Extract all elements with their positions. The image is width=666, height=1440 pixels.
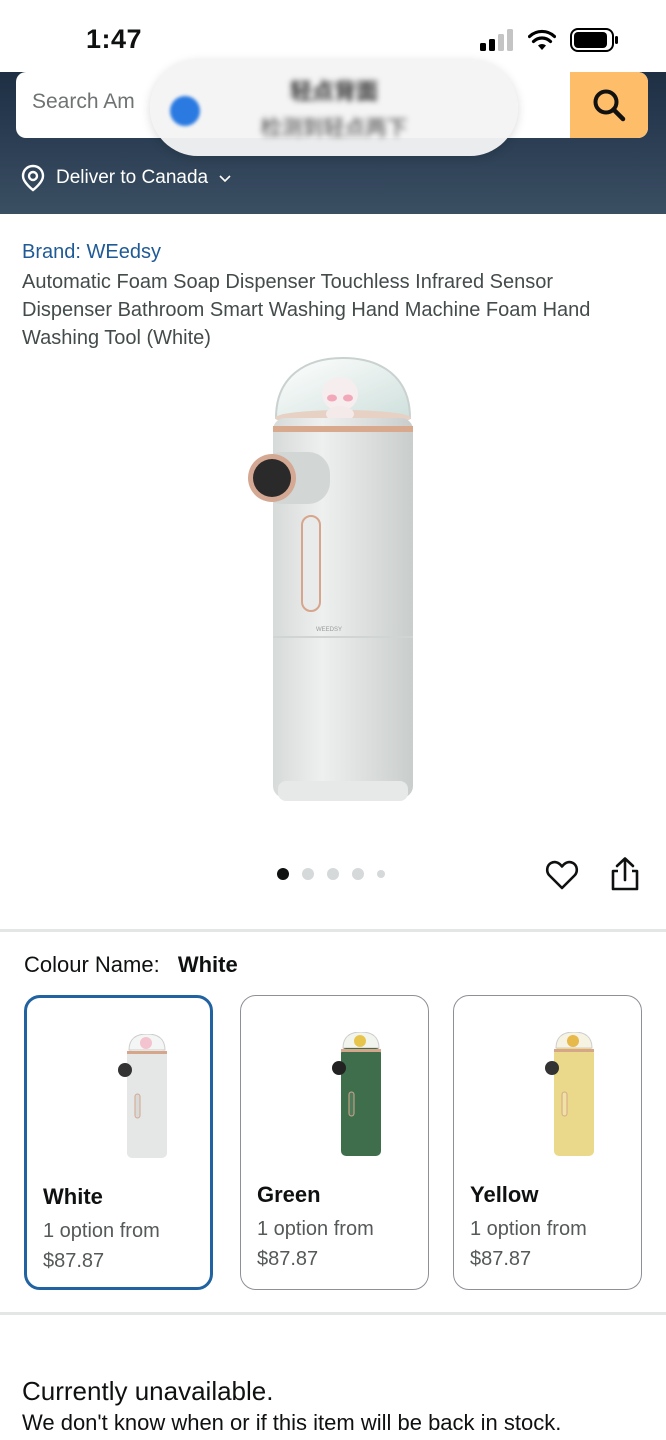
header: Search Am 轻点背面 检测到轻点两下 Deliver to Canada xyxy=(0,60,666,214)
colour-option-green[interactable]: Green 1 option from $87.87 xyxy=(240,995,429,1290)
share-icon[interactable] xyxy=(609,856,641,892)
status-time: 1:47 xyxy=(86,24,143,54)
section-divider xyxy=(0,1312,666,1315)
deliver-label: Deliver to Canada xyxy=(56,167,209,188)
product-title: Automatic Foam Soap Dispenser Touchless … xyxy=(22,271,591,349)
yellow-variant-image xyxy=(545,1032,594,1156)
colour-option-white[interactable]: White 1 option from $87.87 xyxy=(24,995,213,1290)
green-variant-image xyxy=(332,1032,381,1156)
white-variant-image xyxy=(118,1034,167,1158)
svg-text:WEEDSY: WEEDSY xyxy=(316,627,342,633)
colour-option-name: White xyxy=(43,1184,103,1209)
chevron-down-icon xyxy=(219,175,231,183)
search-input[interactable]: Search Am xyxy=(32,90,135,114)
colour-option-name: Yellow xyxy=(470,1182,539,1207)
colour-name-row: Colour Name: White xyxy=(24,952,238,978)
section-divider xyxy=(0,929,666,932)
carousel-dot[interactable] xyxy=(277,868,289,880)
image-carousel-indicator xyxy=(277,868,385,880)
status-icons xyxy=(480,28,620,52)
availability-message: We don't know when or if this item will … xyxy=(22,1410,562,1435)
brand-link[interactable]: Brand: WEedsy xyxy=(22,241,161,264)
location-pin-icon xyxy=(21,164,45,192)
carousel-dot[interactable] xyxy=(302,868,314,880)
search-button[interactable] xyxy=(570,72,648,138)
cellular-signal-icon xyxy=(480,29,513,51)
colour-option-name: Green xyxy=(257,1182,321,1207)
carousel-dot[interactable] xyxy=(327,868,339,880)
colour-option-price: $87.87 xyxy=(43,1250,105,1272)
wifi-icon xyxy=(528,29,556,50)
deliver-to-location[interactable]: Deliver to Canada xyxy=(20,164,232,192)
search-icon xyxy=(593,89,626,122)
colour-label: Colour Name: xyxy=(24,952,160,977)
selected-colour: White xyxy=(177,952,238,977)
colour-option-price: $87.87 xyxy=(257,1248,319,1270)
colour-option-text: 1 option from xyxy=(43,1220,160,1242)
back-tap-notification: 轻点背面 检测到轻点两下 xyxy=(150,60,518,156)
colour-option-text: 1 option from xyxy=(257,1218,374,1240)
colour-option-text: 1 option from xyxy=(470,1218,587,1240)
colour-option-price: $87.87 xyxy=(470,1248,532,1270)
carousel-dot[interactable] xyxy=(377,870,385,878)
heart-icon[interactable] xyxy=(545,858,579,892)
battery-icon xyxy=(570,28,618,52)
notification-subtitle: 检测到轻点两下 xyxy=(260,117,408,140)
notification-title: 轻点背面 xyxy=(289,79,378,104)
availability-status: Currently unavailable. xyxy=(22,1376,274,1406)
carousel-dot[interactable] xyxy=(352,868,364,880)
product-image[interactable]: WEEDSY xyxy=(238,356,438,806)
colour-option-yellow[interactable]: Yellow 1 option from $87.87 xyxy=(453,995,642,1290)
